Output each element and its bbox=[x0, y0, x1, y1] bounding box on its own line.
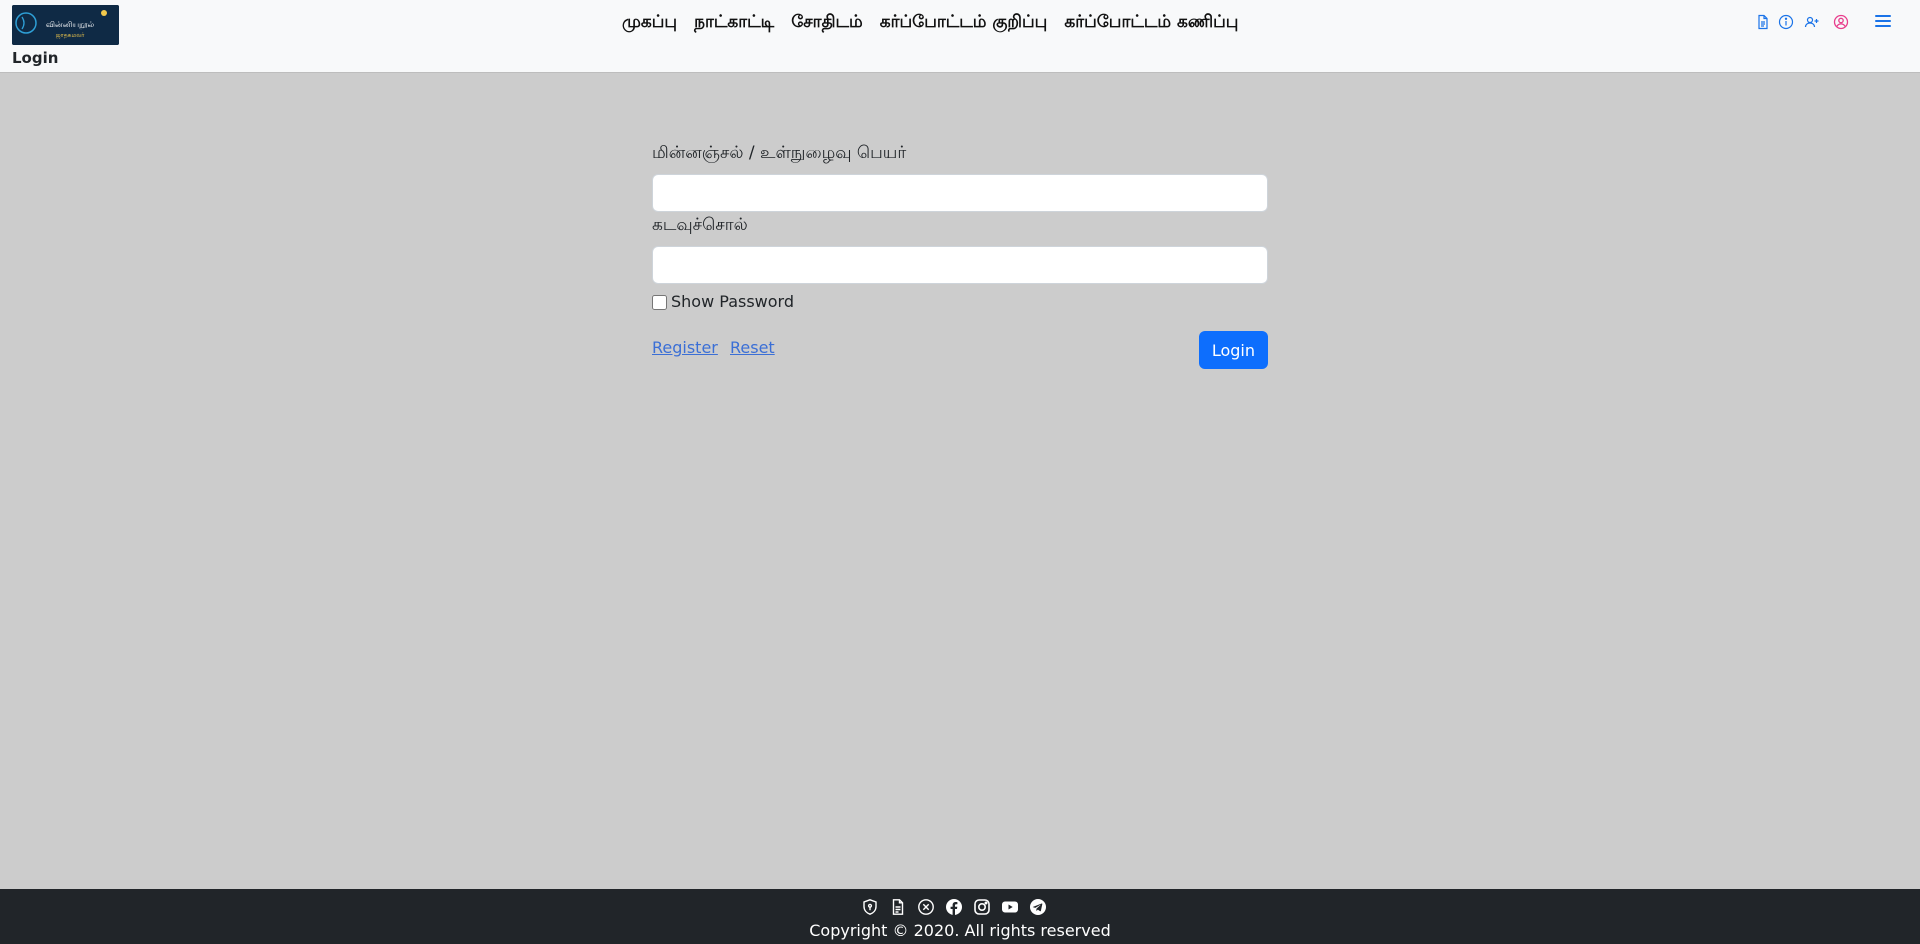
shield-icon[interactable] bbox=[861, 898, 879, 916]
username-field[interactable] bbox=[652, 174, 1268, 212]
x-circle-icon[interactable] bbox=[917, 898, 935, 916]
login-button[interactable]: Login bbox=[1198, 331, 1268, 369]
nav-item-calendar[interactable]: நாட்காட்டி bbox=[694, 12, 774, 34]
facebook-icon[interactable] bbox=[945, 898, 963, 916]
social-links bbox=[861, 898, 1047, 916]
youtube-icon[interactable] bbox=[1001, 898, 1019, 916]
show-password-label[interactable]: Show Password bbox=[671, 292, 794, 311]
footer: Copyright © 2020. All rights reserved bbox=[0, 889, 1920, 944]
top-navbar: வின்னியநூல் ஜாதகமலர் Login முகப்பு நாட்க… bbox=[0, 0, 1920, 73]
password-field[interactable] bbox=[652, 246, 1268, 284]
nav-item-home[interactable]: முகப்பு bbox=[622, 12, 677, 34]
document-icon[interactable] bbox=[889, 898, 907, 916]
telegram-icon[interactable] bbox=[1029, 898, 1047, 916]
user-circle-icon[interactable] bbox=[1833, 14, 1849, 30]
logo-subtext: ஜாதகமலர் bbox=[56, 32, 86, 39]
register-link[interactable]: Register bbox=[652, 338, 718, 357]
add-user-icon[interactable] bbox=[1804, 14, 1820, 30]
main-nav: முகப்பு நாட்காட்டி சோதிடம் கர்ப்போட்டம் … bbox=[622, 12, 1238, 34]
page-title: Login bbox=[12, 49, 59, 67]
username-label: மின்னஞ்சல் / உள்நுழைவு பெயர் bbox=[652, 143, 907, 163]
logo-text: வின்னியநூல் bbox=[46, 20, 95, 30]
document-icon[interactable] bbox=[1755, 14, 1771, 30]
menu-icon[interactable] bbox=[1874, 12, 1892, 30]
show-password-row: Show Password bbox=[652, 292, 1268, 311]
form-actions: Register Reset Login bbox=[652, 331, 1268, 369]
site-logo[interactable]: வின்னியநூல் ஜாதகமலர் bbox=[12, 5, 119, 45]
nav-item-pregnancy-calc[interactable]: கர்ப்போட்டம் கணிப்பு bbox=[1064, 12, 1238, 34]
info-icon[interactable] bbox=[1778, 14, 1794, 30]
reset-link[interactable]: Reset bbox=[730, 338, 775, 357]
nav-item-astrology[interactable]: சோதிடம் bbox=[791, 12, 863, 34]
instagram-icon[interactable] bbox=[973, 898, 991, 916]
login-form: மின்னஞ்சல் / உள்நுழைவு பெயர் கடவுச்சொல் … bbox=[652, 140, 1268, 369]
show-password-checkbox[interactable] bbox=[652, 295, 667, 310]
copyright-text: Copyright © 2020. All rights reserved bbox=[809, 921, 1111, 940]
nav-item-pregnancy-notes[interactable]: கர்ப்போட்டம் குறிப்பு bbox=[880, 12, 1048, 34]
password-label: கடவுச்சொல் bbox=[652, 215, 748, 235]
